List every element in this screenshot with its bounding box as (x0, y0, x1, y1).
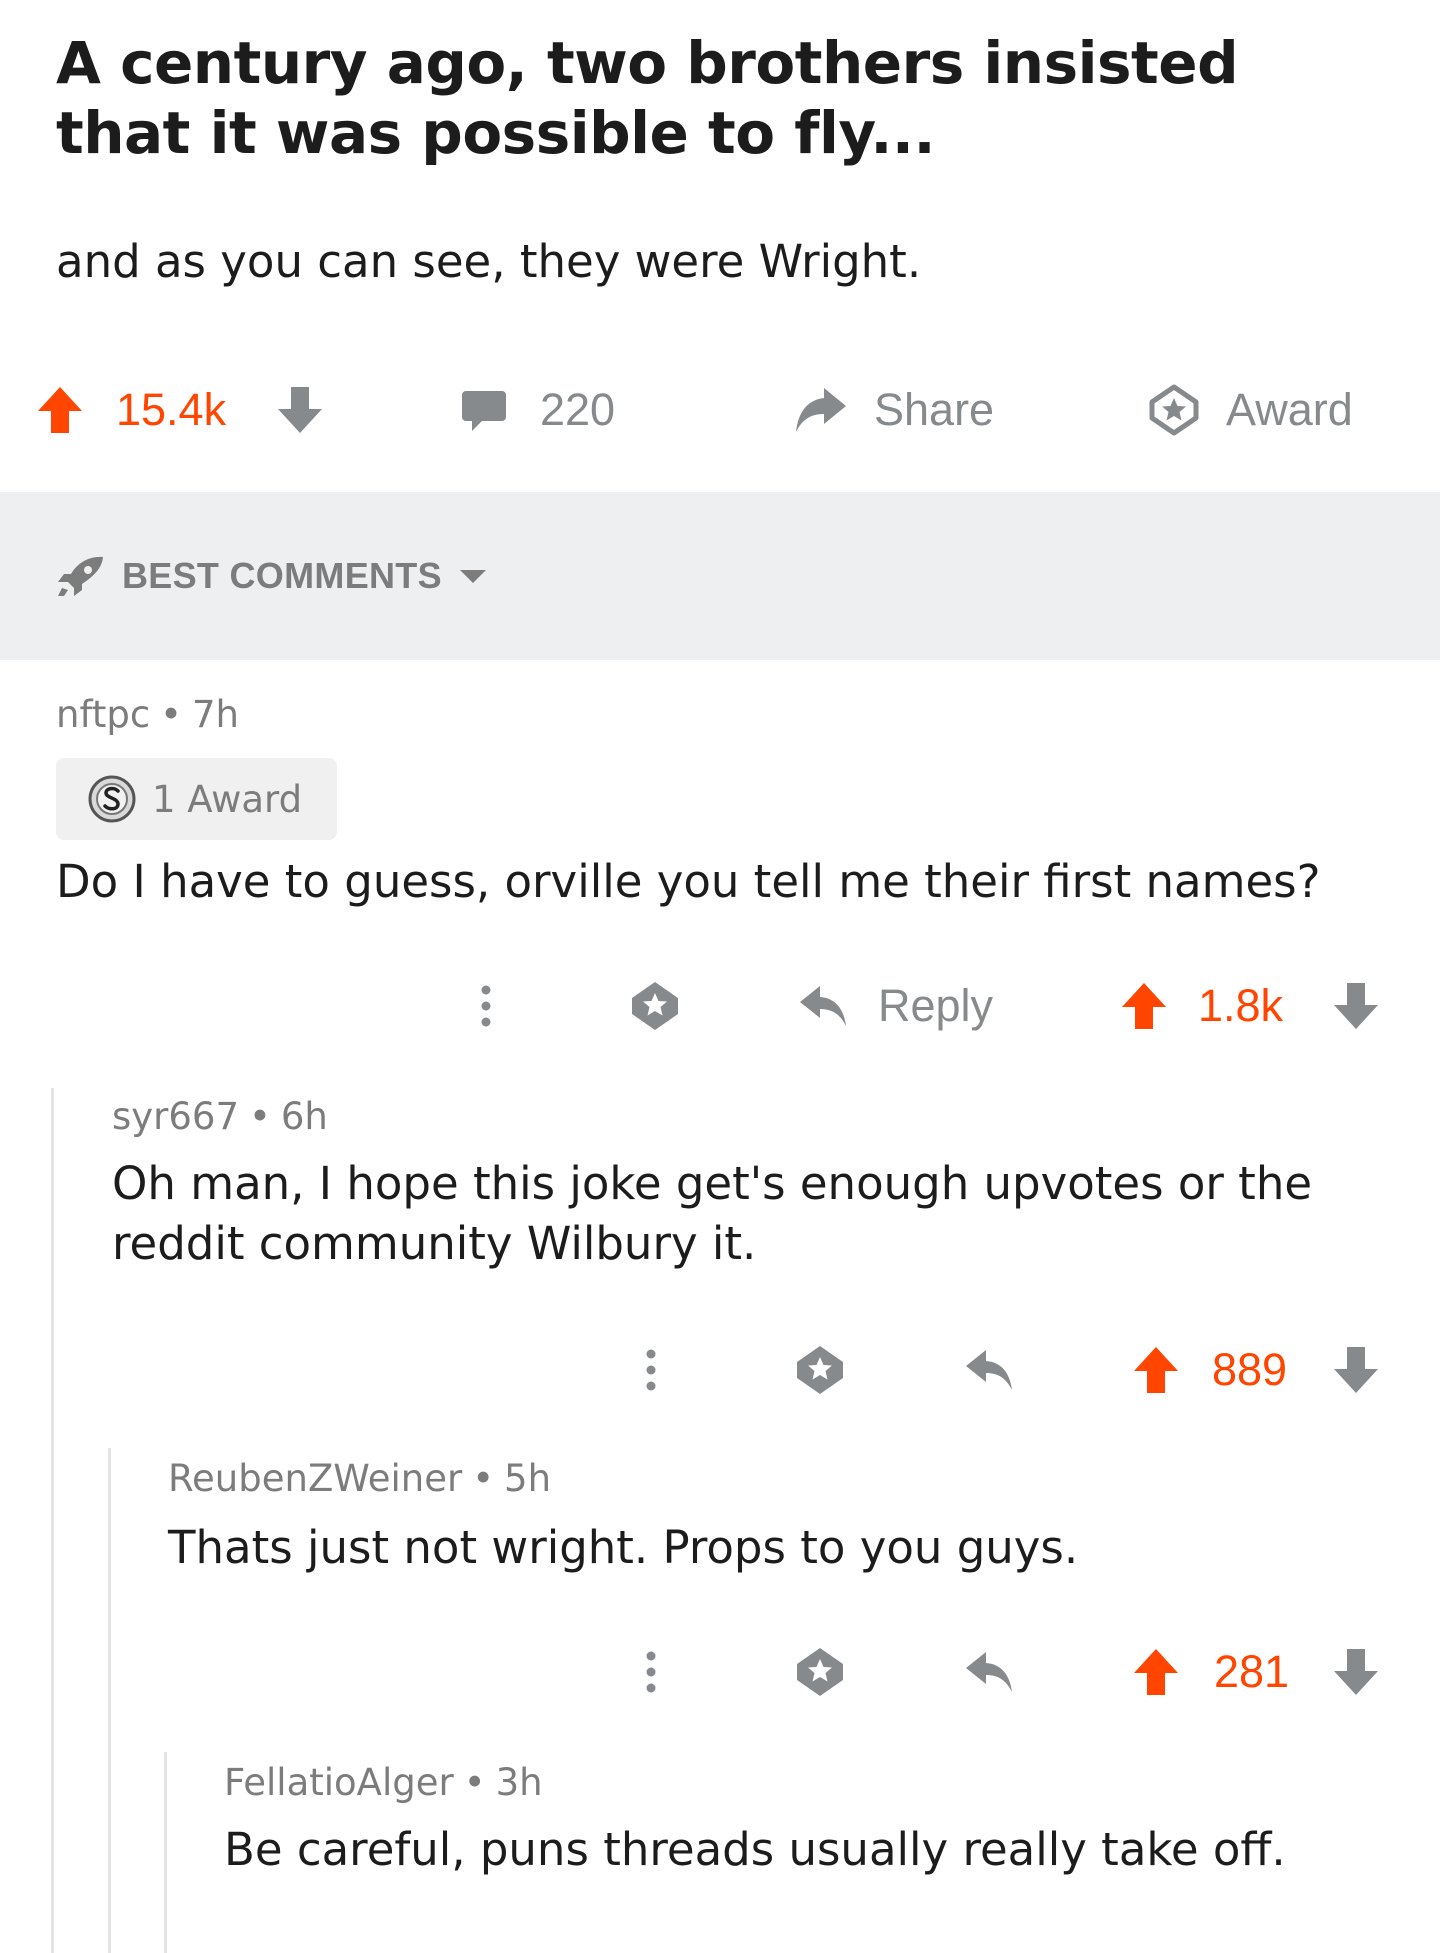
give-award-button[interactable] (793, 1330, 847, 1410)
reply-arrow-icon (966, 1652, 1012, 1692)
vertical-dots-icon (646, 1651, 656, 1693)
comment-time: 5h (504, 1457, 552, 1500)
award-badge[interactable]: 1 Award (56, 758, 337, 840)
reply-arrow-icon (800, 986, 846, 1026)
share-arrow-icon (796, 388, 846, 432)
vertical-dots-icon (646, 1349, 656, 1391)
comment-downvote-button[interactable] (1332, 966, 1380, 1046)
post-upvote-button[interactable] (36, 370, 84, 450)
comment-text: Be careful, puns threads usually really … (224, 1823, 1286, 1876)
comment-body: Oh man, I hope this joke get's enough up… (112, 1154, 1392, 1274)
comment-sort-bar: BEST COMMENTS (0, 492, 1440, 660)
meta-separator: • (160, 693, 182, 736)
upvote-arrow-icon (1122, 983, 1166, 1029)
post-body: and as you can see, they were Wright. (56, 235, 922, 288)
post-score-value: 15.4k (116, 384, 227, 435)
caret-down-icon (459, 570, 486, 583)
comment: FellatioAlger • 3h (224, 1760, 543, 1806)
award-star-icon (797, 1648, 843, 1696)
downvote-arrow-icon (1334, 983, 1378, 1029)
downvote-arrow-icon (1334, 1347, 1378, 1393)
upvote-arrow-icon (1134, 1649, 1178, 1695)
comment-body: Do I have to guess, orville you tell me … (56, 852, 1396, 912)
reply-button[interactable] (964, 1632, 1016, 1712)
comment-time: 6h (280, 1095, 328, 1138)
comment-author[interactable]: syr667 (112, 1095, 239, 1138)
reply-arrow-icon (966, 1350, 1012, 1390)
meta-separator: • (463, 1761, 486, 1804)
comment-author[interactable]: FellatioAlger (224, 1761, 454, 1804)
award-star-icon (632, 982, 678, 1030)
comment-body: Thats just not wright. Props to you guys… (168, 1518, 1398, 1578)
comment-time: 7h (192, 693, 239, 736)
comment-author[interactable]: ReubenZWeiner (168, 1457, 462, 1500)
post-comments-button[interactable]: 220 (460, 370, 615, 450)
comment-text: Oh man, I hope this joke get's enough up… (112, 1157, 1313, 1270)
comment-text: Do I have to guess, orville you tell me … (56, 855, 1321, 908)
post-downvote-button[interactable] (276, 370, 324, 450)
reply-button[interactable]: Reply (798, 966, 993, 1046)
award-star-icon (1149, 384, 1199, 436)
give-award-button[interactable] (628, 966, 682, 1046)
comment-author[interactable]: nftpc (56, 693, 150, 736)
sort-label: BEST COMMENTS (122, 555, 442, 596)
comment-upvote-button[interactable] (1132, 1330, 1180, 1410)
comment-action-bar: 281 (0, 1632, 1440, 1712)
comment-meta: syr667 • 6h (112, 1094, 328, 1140)
comment: ReubenZWeiner • 5h (168, 1456, 551, 1502)
post-title: A century ago, two brothers insisted tha… (56, 29, 1239, 167)
comment-meta: nftpc • 7h (56, 692, 239, 738)
award-count: 1 Award (152, 777, 303, 821)
comment-downvote-button[interactable] (1332, 1330, 1380, 1410)
share-label: Share (874, 384, 995, 435)
comment-score: 889 (1212, 1330, 1287, 1410)
reddit-post-page: A century ago, two brothers insisted tha… (0, 0, 1440, 1953)
more-options-button[interactable] (476, 966, 496, 1046)
comment-action-bar: 889 (0, 1330, 1440, 1410)
give-award-button[interactable] (793, 1632, 847, 1712)
comment-score-value: 889 (1212, 1344, 1288, 1395)
comment-score: 1.8k (1198, 966, 1283, 1046)
downvote-arrow-icon (1334, 1649, 1378, 1695)
comment-score-value: 281 (1214, 1646, 1290, 1697)
more-options-button[interactable] (641, 1330, 661, 1410)
comment-body: Be careful, puns threads usually really … (224, 1820, 1404, 1880)
post-share-button[interactable]: Share (792, 370, 994, 450)
award-label: Award (1226, 384, 1353, 435)
post-award-button[interactable]: Award (1148, 370, 1353, 450)
reply-button[interactable] (964, 1330, 1016, 1410)
speech-bubble-icon (462, 391, 506, 431)
thread-line-level-1[interactable] (51, 1088, 54, 1953)
sort-dropdown[interactable]: BEST COMMENTS (56, 554, 490, 598)
comment-text: Thats just not wright. Props to you guys… (168, 1521, 1079, 1574)
upvote-arrow-icon (38, 387, 82, 433)
downvote-arrow-icon (278, 387, 322, 433)
comment-downvote-button[interactable] (1332, 1632, 1380, 1712)
comments-count: 220 (540, 384, 616, 435)
comment-upvote-button[interactable] (1120, 966, 1168, 1046)
award-star-icon (797, 1346, 843, 1394)
comment: syr667 • 6h (112, 1094, 328, 1140)
comment-meta: FellatioAlger • 3h (224, 1760, 543, 1806)
more-options-button[interactable] (641, 1632, 661, 1712)
thread-line-level-3[interactable] (164, 1752, 167, 1953)
vertical-dots-icon (481, 985, 491, 1027)
meta-separator: • (472, 1457, 495, 1500)
comment-upvote-button[interactable] (1132, 1632, 1180, 1712)
meta-separator: • (249, 1095, 271, 1138)
comment-meta: ReubenZWeiner • 5h (168, 1456, 551, 1502)
silver-award-icon (88, 775, 136, 823)
rocket-icon (58, 556, 103, 596)
comment-score: 281 (1214, 1632, 1289, 1712)
comment-score-value: 1.8k (1198, 980, 1284, 1031)
reply-label: Reply (878, 980, 994, 1031)
upvote-arrow-icon (1134, 1347, 1178, 1393)
post-action-bar: 15.4k 220 Share Award (0, 370, 1440, 450)
comment-action-bar: Reply 1.8k (0, 966, 1440, 1046)
comment-time: 3h (495, 1761, 543, 1804)
comment: nftpc • 7h (56, 692, 239, 738)
post-score: 15.4k (116, 370, 226, 450)
